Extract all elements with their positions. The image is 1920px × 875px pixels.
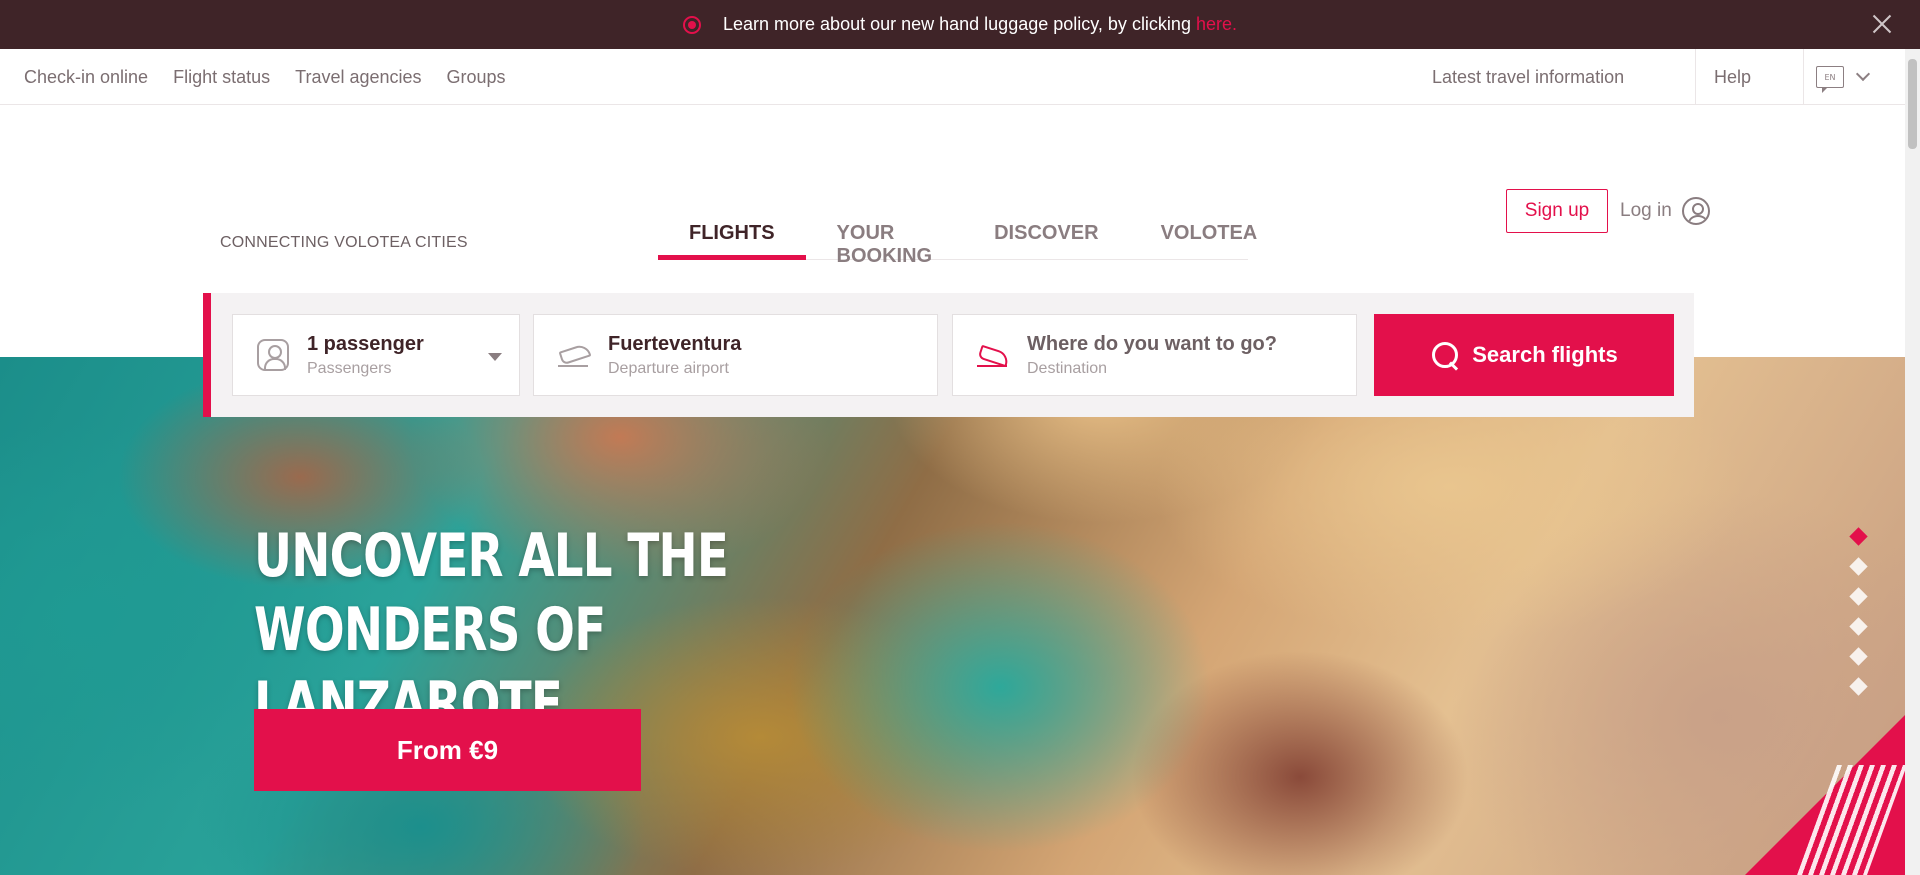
slide-dot-2[interactable] — [1849, 557, 1868, 576]
chevron-down-icon — [1855, 66, 1871, 82]
passengers-select[interactable]: 1 passenger Passengers — [232, 314, 520, 396]
utility-links: Check-in online Flight status Travel age… — [24, 49, 506, 105]
destination-label: Destination — [1027, 359, 1108, 377]
departure-airport-field[interactable]: Fuerteventura Departure airport — [533, 314, 938, 396]
user-icon — [1681, 197, 1710, 225]
hero-title-line: UNCOVER ALL THE WONDERS OF — [254, 521, 729, 665]
announcement-link[interactable]: here. — [1196, 14, 1237, 35]
passenger-icon — [257, 339, 289, 371]
language-selector[interactable]: EN — [1816, 64, 1871, 93]
nav-travel-agencies[interactable]: Travel agencies — [295, 67, 421, 88]
passengers-value: 1 passenger — [307, 332, 424, 355]
departure-value: Fuerteventura — [608, 332, 742, 355]
announcement-bar: Learn more about our new hand luggage po… — [0, 0, 1920, 49]
language-chat-icon: EN — [1816, 66, 1844, 93]
utility-nav: Check-in online Flight status Travel age… — [0, 49, 1905, 105]
slide-dot-3[interactable] — [1849, 587, 1868, 606]
nav-checkin-online[interactable]: Check-in online — [24, 67, 148, 88]
slide-dot-1[interactable] — [1849, 527, 1868, 546]
tagline: CONNECTING VOLOTEA CITIES — [220, 234, 468, 251]
tab-your-booking[interactable]: YOUR BOOKING — [806, 218, 964, 267]
tab-discover[interactable]: DISCOVER — [963, 218, 1129, 260]
help-link[interactable]: Help — [1714, 49, 1751, 105]
plane-departure-icon — [558, 339, 590, 371]
search-flights-button[interactable]: Search flights — [1374, 314, 1674, 396]
price-cta-button[interactable]: From €9 — [254, 709, 641, 791]
radio-dot-icon — [683, 15, 701, 34]
flight-search-form: 1 passenger Passengers Fuerteventura Dep… — [203, 293, 1694, 417]
destination-placeholder: Where do you want to go? — [1027, 332, 1277, 355]
search-flights-label: Search flights — [1472, 342, 1618, 367]
close-icon[interactable] — [1870, 12, 1894, 36]
divider — [1803, 49, 1804, 105]
scrollbar-thumb[interactable] — [1908, 59, 1917, 149]
log-in-label: Log in — [1620, 200, 1672, 221]
passengers-label: Passengers — [307, 359, 392, 377]
plane-arrival-icon — [977, 339, 1009, 371]
hero-title: UNCOVER ALL THE WONDERS OF LANZAROTE — [254, 519, 956, 741]
slide-dot-6[interactable] — [1849, 677, 1868, 696]
slide-dot-5[interactable] — [1849, 647, 1868, 666]
search-icon — [1430, 340, 1460, 370]
destination-field[interactable]: Where do you want to go? Destination — [952, 314, 1357, 396]
main-tabs: FLIGHTS YOUR BOOKING DISCOVER VOLOTEA — [658, 218, 1257, 267]
latest-travel-info-link[interactable]: Latest travel information — [1432, 49, 1624, 105]
slide-dot-4[interactable] — [1849, 617, 1868, 636]
departure-label: Departure airport — [608, 359, 729, 377]
announcement-text: Learn more about our new hand luggage po… — [723, 14, 1191, 34]
page-scrollbar[interactable] — [1905, 49, 1920, 875]
slider-dots — [1849, 527, 1868, 696]
nav-flight-status[interactable]: Flight status — [173, 67, 270, 88]
caret-down-icon — [488, 353, 502, 361]
tab-flights[interactable]: FLIGHTS — [658, 218, 806, 260]
tab-volotea[interactable]: VOLOTEA — [1130, 218, 1289, 260]
hero-banner: UNCOVER ALL THE WONDERS OF LANZAROTE Fro… — [0, 357, 1905, 875]
log-in-button[interactable]: Log in — [1620, 197, 1710, 225]
sign-up-button[interactable]: Sign up — [1506, 189, 1608, 233]
nav-groups[interactable]: Groups — [447, 67, 506, 88]
divider — [1695, 49, 1696, 105]
